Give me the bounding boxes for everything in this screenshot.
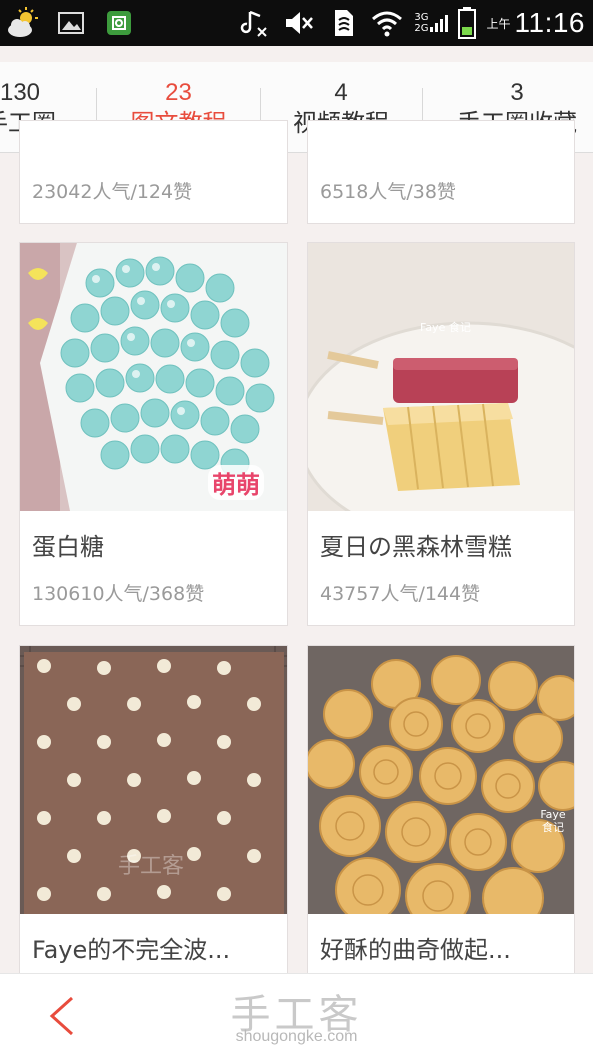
cookie-photo — [308, 646, 574, 914]
tutorial-card[interactable]: 6518人气/38赞 — [307, 120, 575, 224]
wifi-icon — [372, 11, 403, 37]
card-title: 夏日の黑森林雪糕 — [320, 533, 512, 561]
tutorial-card[interactable]: 23042人气/124赞 — [19, 120, 288, 224]
card-stats: 6518人气/38赞 — [320, 181, 456, 203]
security-app-icon — [107, 11, 131, 35]
signal-icon — [430, 15, 449, 32]
card-stats: 43757人气/144赞 — [320, 583, 481, 605]
battery-icon — [458, 7, 477, 39]
tab-count: 4 — [334, 79, 348, 106]
tutorial-card[interactable]: Faye 食记 夏日の黑森林雪糕 43757人气/144赞 — [307, 242, 575, 626]
card-photo: 萌萌 — [20, 243, 287, 511]
tab-count: 23 — [165, 79, 192, 106]
network-label-top: 3G — [414, 12, 429, 23]
photo-overlay-label: 萌萌 — [208, 465, 264, 500]
photo-watermark: Faye 食记 — [420, 321, 471, 334]
tutorial-card[interactable]: 萌萌 蛋白糖 130610人气/368赞 — [19, 242, 288, 626]
ice-pop-photo — [308, 243, 574, 511]
card-photo: 手工客 — [20, 646, 287, 914]
brand-domain: shougongke.com — [235, 1028, 358, 1045]
sim-card-icon — [335, 10, 354, 36]
tab-count: 130 — [0, 79, 41, 106]
card-stats: 130610人气/368赞 — [32, 583, 205, 605]
network-label-bottom: 2G — [414, 23, 429, 34]
clock: 11:16 — [514, 7, 585, 38]
card-photo: Faye 食记 — [308, 646, 574, 914]
card-title: 好酥的曲奇做起... — [320, 936, 511, 964]
card-stats: 23042人气/124赞 — [32, 181, 193, 203]
card-title: 蛋白糖 — [32, 533, 104, 561]
weather-icon — [8, 7, 38, 37]
music-off-icon — [241, 10, 268, 37]
photo-watermark: Faye 食记 — [540, 808, 566, 834]
mute-icon — [286, 12, 314, 34]
tab-count: 3 — [510, 79, 524, 106]
card-photo: Faye 食记 — [308, 243, 574, 511]
status-bar: 3G 2G 上午 11:16 — [0, 0, 593, 46]
gallery-icon — [58, 12, 84, 34]
network-indicator: 3G 2G — [414, 12, 449, 34]
tutorial-card[interactable]: 手工客 Faye的不完全波... — [19, 645, 288, 987]
ampm-label: 上午 — [486, 16, 511, 31]
photo-watermark: 手工客 — [118, 854, 185, 879]
card-title: Faye的不完全波... — [32, 936, 231, 964]
bottom-bar: 手工客 shougongke.com — [0, 973, 593, 1056]
tutorial-card[interactable]: Faye 食记 好酥的曲奇做起... — [307, 645, 575, 987]
